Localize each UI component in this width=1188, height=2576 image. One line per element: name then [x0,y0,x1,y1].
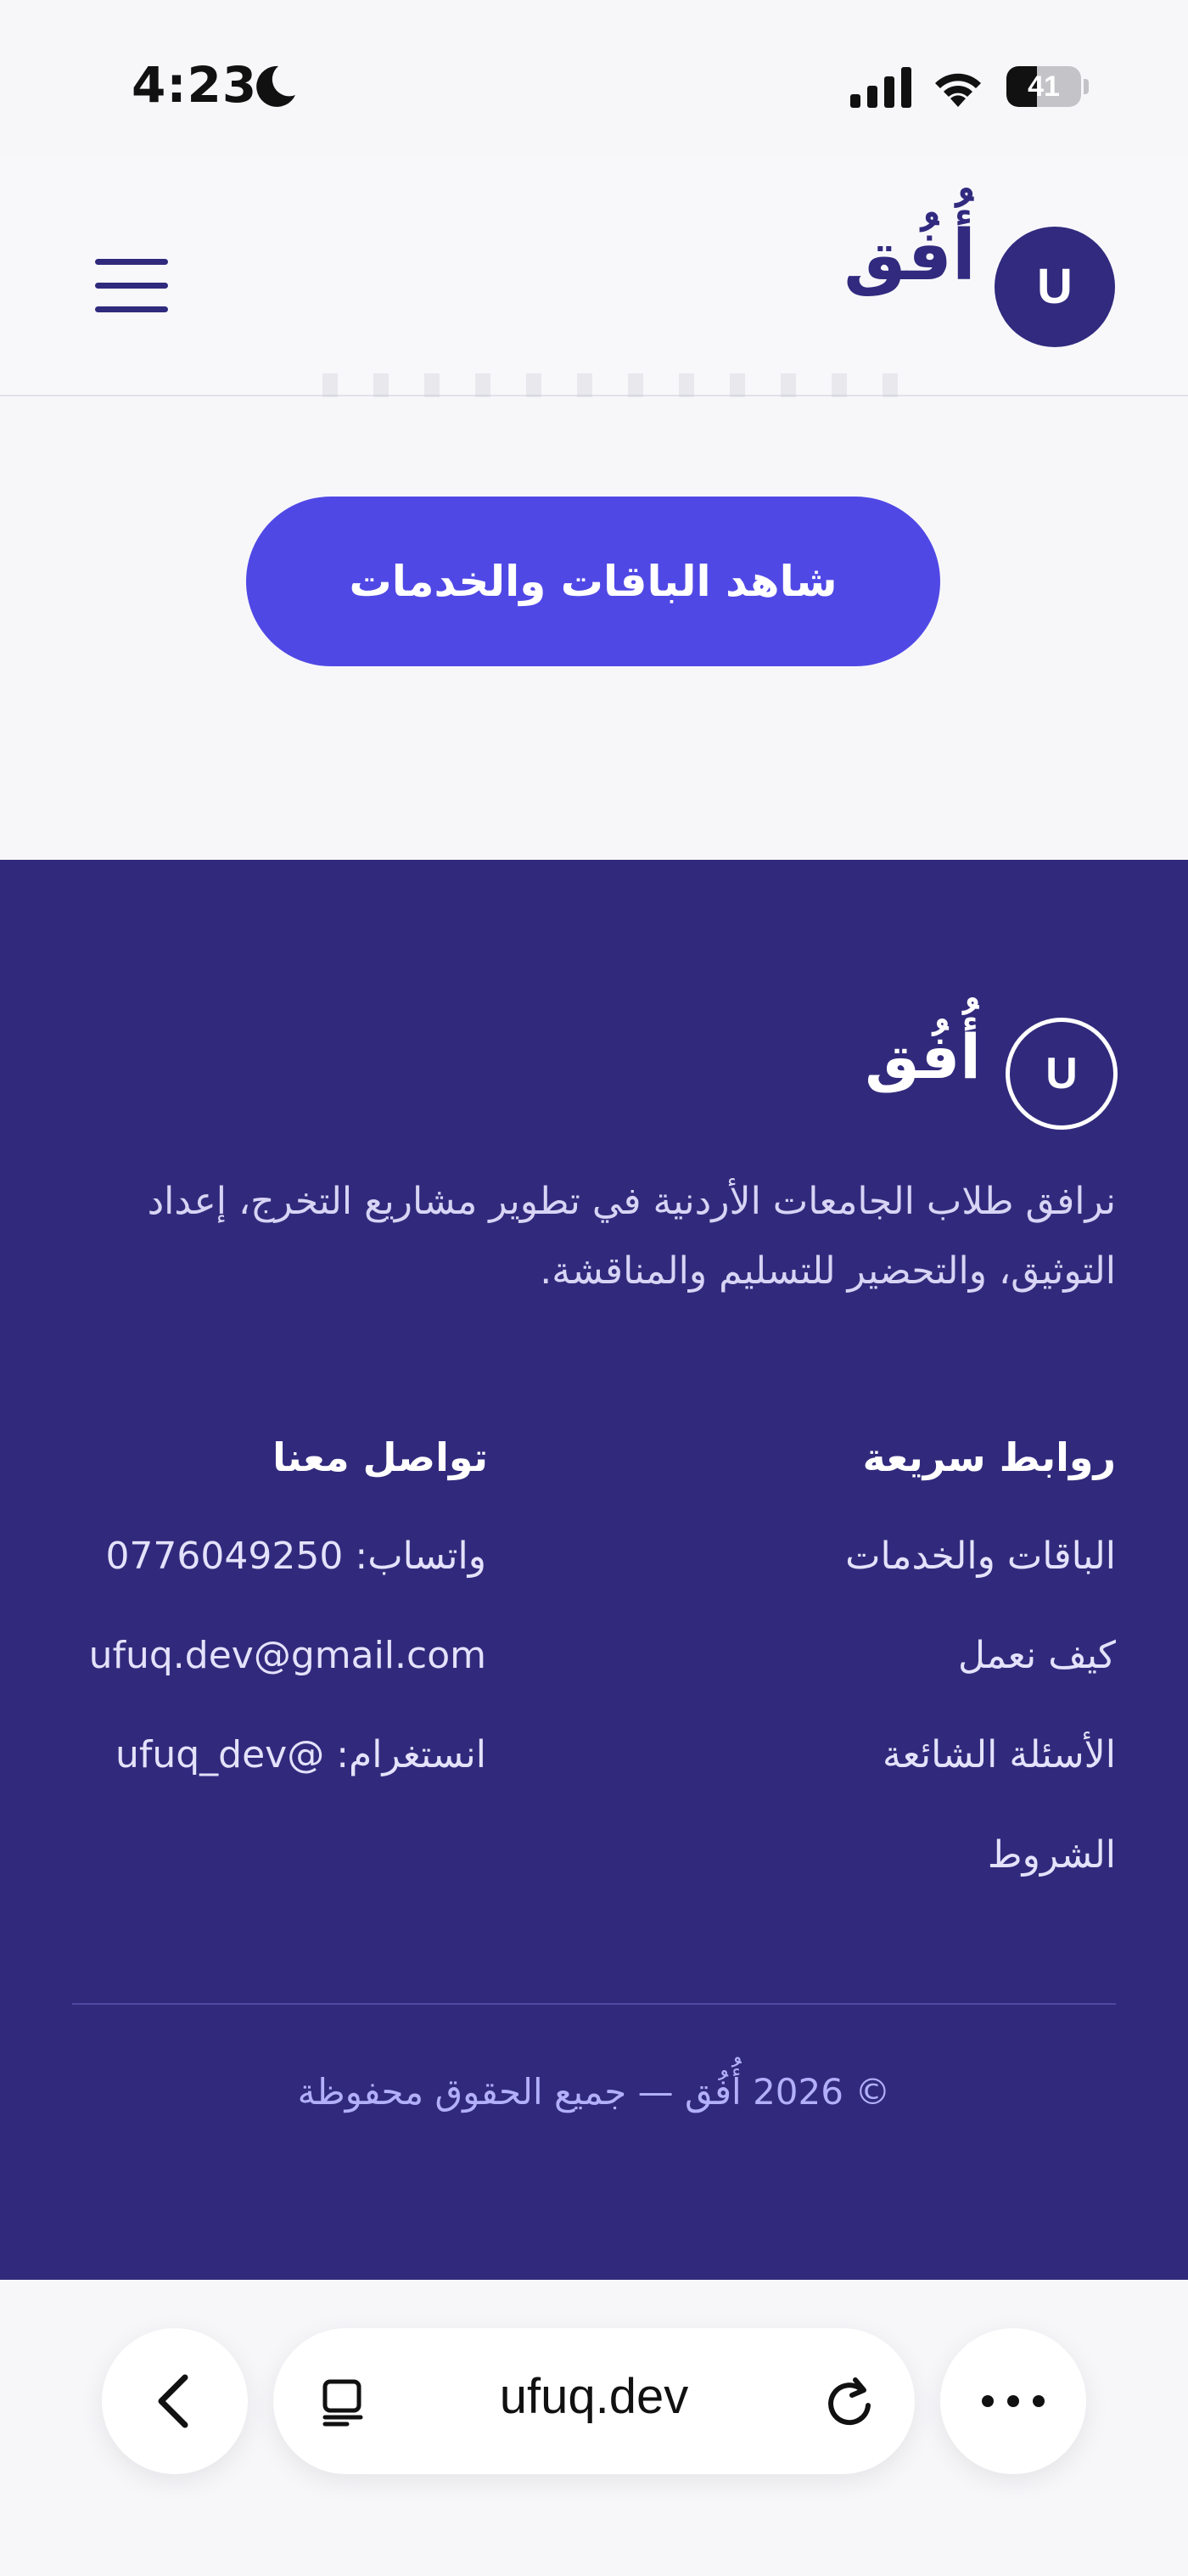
hamburger-menu-icon[interactable] [95,255,171,316]
battery-level: 41 [1028,70,1060,103]
battery-icon: 41 [1006,66,1090,107]
wifi-icon [935,73,981,107]
reload-icon[interactable] [821,2373,877,2429]
back-button[interactable] [102,2328,248,2474]
header-logo-mark[interactable]: U [995,227,1115,347]
footer-divider [72,2003,1116,2005]
reader-icon[interactable] [318,2377,369,2427]
view-packages-button[interactable]: شاهد الباقات والخدمات [246,497,940,666]
moon-icon [256,65,295,107]
status-time: 4:23 [132,56,258,114]
back-chevron-icon [158,2374,188,2428]
footer-link-packages[interactable]: الباقات والخدمات [845,1535,1116,1578]
footer-link-faq[interactable]: الأسئلة الشائعة [883,1733,1116,1776]
quick-links-title: روابط سريعة [862,1434,1116,1480]
more-button[interactable] [940,2328,1086,2474]
footer-description: نرافق طلاب الجامعات الأردنية في تطوير مش… [147,1180,1116,1293]
footer-link-how-we-work[interactable]: كيف نعمل [958,1634,1116,1677]
contact-email[interactable]: ufuq.dev@gmail.com [89,1634,486,1677]
signal-icon [850,67,911,108]
footer-link-terms[interactable]: الشروط [988,1833,1116,1877]
header-brand[interactable]: أُفُق [815,216,976,296]
copyright-text: © 2026 أُفُق — جميع الحقوق محفوظة [297,2071,891,2113]
footer-brand: أُفُق [865,1021,981,1092]
contact-whatsapp[interactable]: واتساب: 0776049250 [105,1535,486,1578]
more-dots-icon [982,2395,1045,2407]
clipped-text-line [322,373,916,397]
contact-title: تواصل معنا [272,1434,488,1480]
contact-instagram[interactable]: انستغرام: @ufuq_dev [115,1733,486,1776]
footer-logo-mark: U [1006,1018,1118,1130]
url-text[interactable]: ufuq.dev [407,2368,781,2425]
